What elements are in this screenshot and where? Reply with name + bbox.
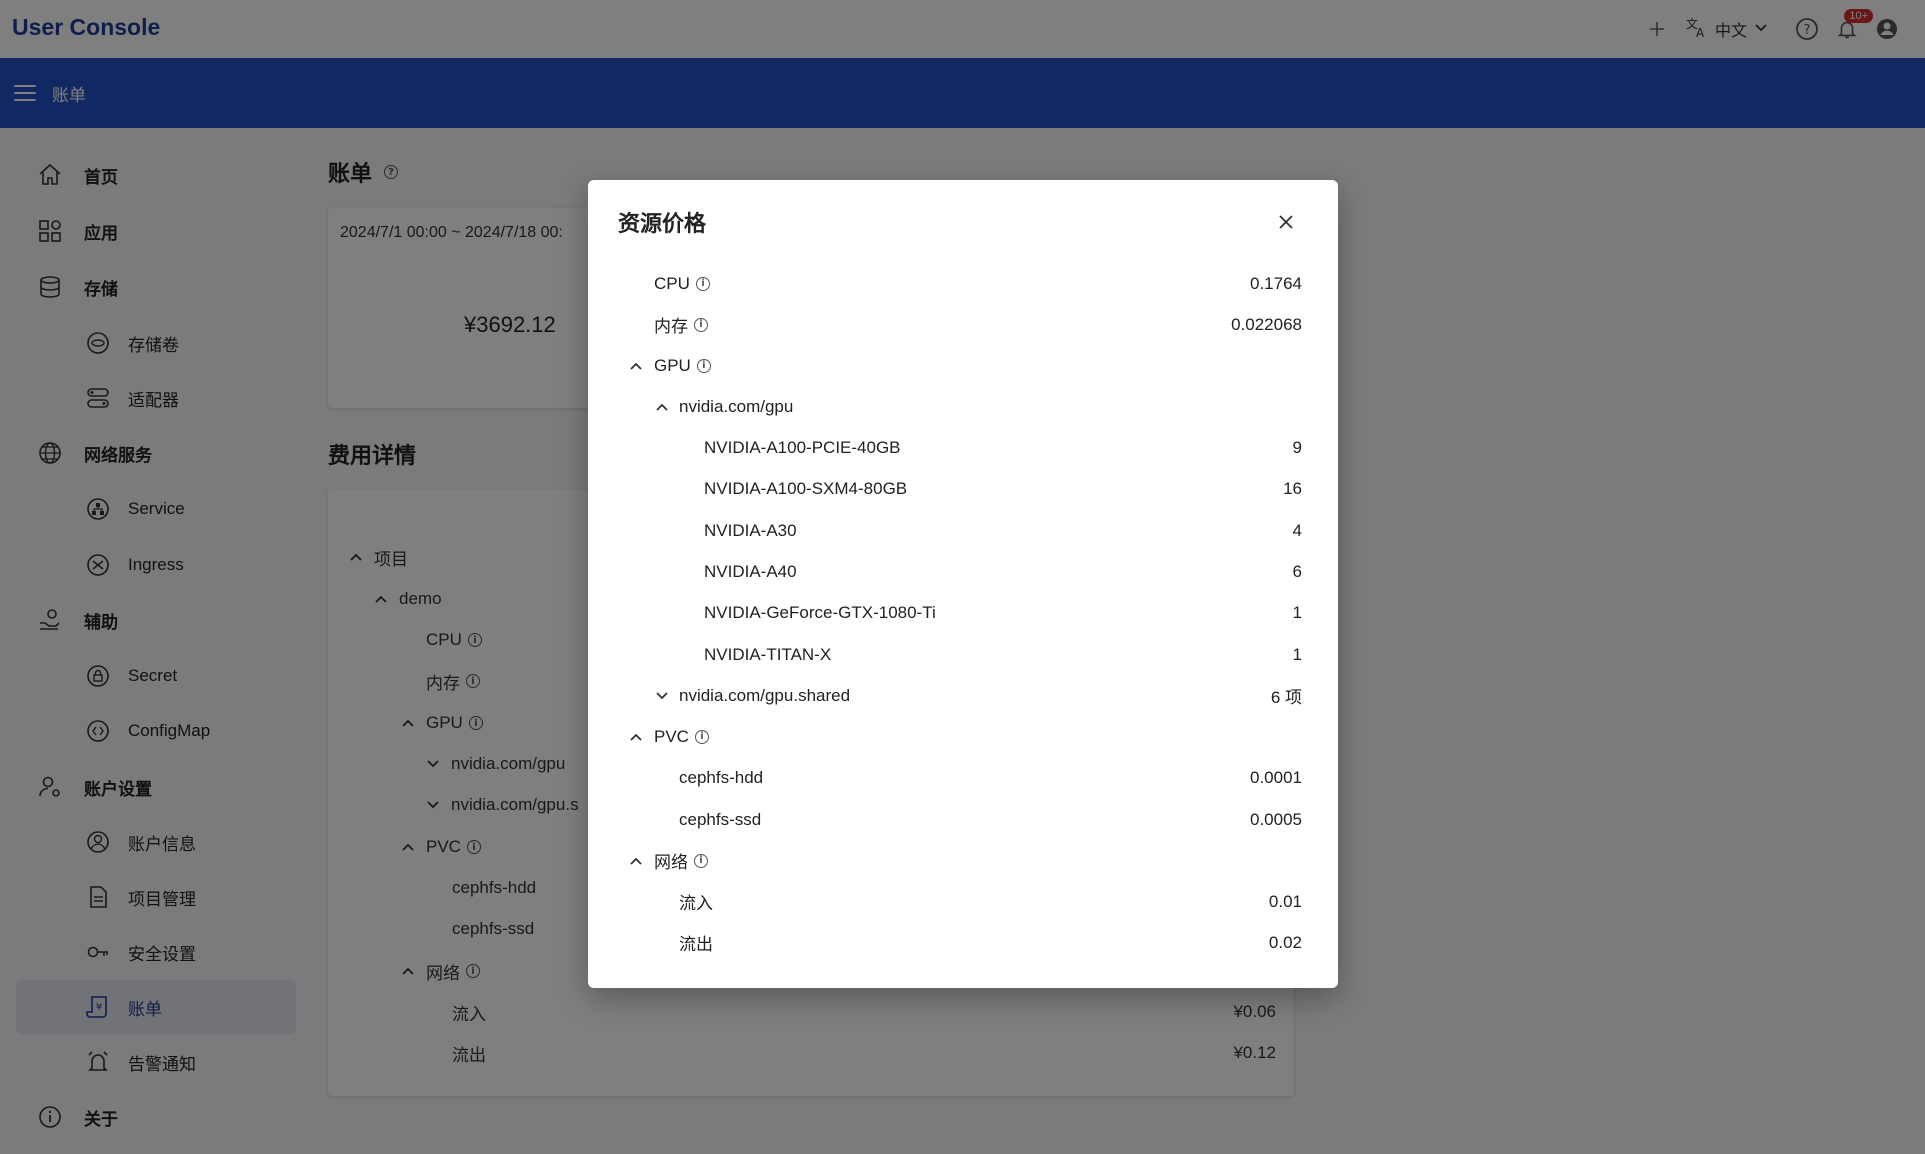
- price-row-cephfs-ssd: cephfs-ssd 0.0005: [679, 809, 1302, 829]
- price-row-titan-x: NVIDIA-TITAN-X 1: [704, 644, 1302, 664]
- info-icon[interactable]: i: [696, 358, 711, 373]
- price-row-gtx-1080-ti: NVIDIA-GeForce-GTX-1080-Ti 1: [704, 602, 1302, 622]
- price-row-inbound: 流入 0.01: [679, 891, 1302, 914]
- close-icon[interactable]: [1274, 210, 1298, 234]
- dialog-title: 资源价格: [618, 211, 707, 236]
- price-row-cpu: CPU i 0.1764: [654, 273, 1302, 293]
- resource-price-dialog: 资源价格 CPU i 0.1764 内存 i 0.022068 GPU i nvidi…: [588, 180, 1338, 988]
- price-row-nvidia-gpu-shared[interactable]: nvidia.com/gpu.shared 6 项: [588, 675, 1338, 716]
- chevron-up-icon: [628, 358, 644, 374]
- price-row-cephfs-hdd: cephfs-hdd 0.0001: [679, 767, 1302, 787]
- price-row-a40: NVIDIA-A40 6: [704, 561, 1302, 581]
- price-row-a100-pcie: NVIDIA-A100-PCIE-40GB 9: [704, 437, 1302, 457]
- chevron-down-icon: [654, 688, 670, 704]
- info-icon[interactable]: i: [695, 276, 710, 291]
- price-row-a100-sxm4: NVIDIA-A100-SXM4-80GB 16: [704, 478, 1302, 498]
- info-icon[interactable]: i: [694, 853, 708, 868]
- price-row-outbound: 流出 0.02: [679, 932, 1302, 955]
- info-icon[interactable]: i: [694, 729, 709, 744]
- price-row-network[interactable]: 网络 i: [588, 840, 1338, 881]
- info-icon[interactable]: i: [694, 317, 708, 332]
- price-row-nvidia-gpu[interactable]: nvidia.com/gpu: [588, 386, 1338, 427]
- price-row-gpu[interactable]: GPU i: [588, 345, 1338, 386]
- chevron-up-icon: [628, 729, 644, 745]
- price-row-memory: 内存 i 0.022068: [654, 314, 1302, 337]
- price-row-a30: NVIDIA-A30 4: [704, 520, 1302, 540]
- chevron-up-icon: [654, 399, 670, 415]
- price-row-pvc[interactable]: PVC i: [588, 716, 1338, 757]
- chevron-up-icon: [628, 853, 644, 869]
